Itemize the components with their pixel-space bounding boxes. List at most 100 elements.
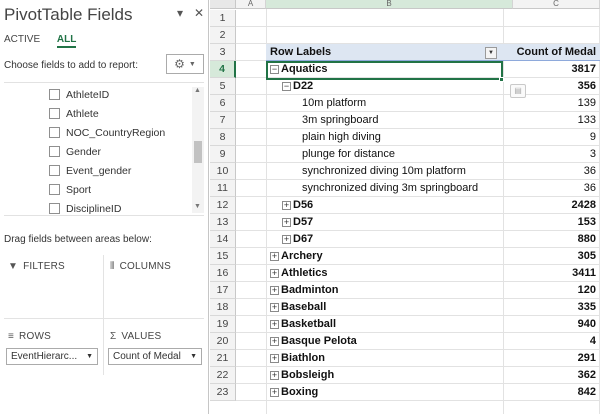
pivot-row-value: 120 (577, 284, 596, 296)
pivot-row[interactable]: plain high diving 9 (266, 129, 600, 146)
pivot-row[interactable]: + D67 880 (266, 231, 600, 248)
row-header[interactable]: 23 (210, 384, 236, 401)
row-header[interactable]: 17 (210, 282, 236, 299)
expand-icon[interactable]: + (270, 371, 279, 380)
row-header[interactable]: 19 (210, 316, 236, 333)
row-header[interactable]: 20 (210, 333, 236, 350)
field-checkbox[interactable] (49, 146, 60, 157)
select-all-corner[interactable] (210, 0, 236, 9)
field-checkbox[interactable] (49, 108, 60, 119)
tab-all[interactable]: ALL (56, 34, 77, 48)
pivot-row[interactable]: + D57 153 (266, 214, 600, 231)
expand-icon[interactable]: + (270, 286, 279, 295)
row-header[interactable]: 3 (210, 44, 236, 61)
pivot-row[interactable]: 3m springboard 133 (266, 112, 600, 129)
field-checkbox[interactable] (49, 127, 60, 138)
chevron-down-icon: ▼ (190, 353, 197, 360)
expand-icon[interactable]: + (270, 269, 279, 278)
row-header[interactable]: 8 (210, 129, 236, 146)
values-area[interactable]: Σ VALUES Count of Medal ▼ (108, 331, 204, 375)
field-item[interactable]: NOC_CountryRegion (49, 123, 165, 142)
row-header[interactable]: 1 (210, 10, 236, 27)
filters-area[interactable]: ▼ FILTERS (8, 261, 100, 313)
field-item[interactable]: Athlete (49, 104, 99, 123)
field-tabs: ACTIVE ALL (4, 34, 90, 48)
row-header[interactable]: 18 (210, 299, 236, 316)
column-header-a[interactable]: A (236, 0, 266, 9)
expand-icon[interactable]: + (270, 252, 279, 261)
row-header[interactable]: 10 (210, 163, 236, 180)
expand-icon[interactable]: + (270, 388, 279, 397)
column-header-c[interactable]: C (513, 0, 600, 9)
row-header[interactable]: 13 (210, 214, 236, 231)
row-header[interactable]: 15 (210, 248, 236, 265)
pivot-row-value: 3411 (572, 267, 596, 279)
expand-icon[interactable]: + (270, 337, 279, 346)
field-item[interactable]: DisciplineID (49, 199, 121, 215)
pivot-row[interactable]: + Archery 305 (266, 248, 600, 265)
columns-area[interactable]: ⦀ COLUMNS (110, 261, 204, 313)
row-header[interactable]: 5 (210, 78, 236, 95)
pivot-row[interactable]: + Boxing 842 (266, 384, 600, 401)
field-item[interactable]: Gender (49, 142, 101, 161)
scroll-up-icon[interactable]: ▲ (194, 87, 201, 94)
expand-icon[interactable]: + (282, 218, 291, 227)
rows-area[interactable]: ≡ ROWS EventHierarc... ▼ (6, 331, 102, 375)
row-header[interactable]: 22 (210, 367, 236, 384)
pane-title: PivotTable Fields (4, 5, 133, 24)
field-checkbox[interactable] (49, 184, 60, 195)
row-header[interactable]: 12 (210, 197, 236, 214)
pivot-row[interactable]: synchronized diving 3m springboard 36 (266, 180, 600, 197)
worksheet-grid[interactable]: A B C 1 2 3 4 5 6 7 8 9 10 11 12 13 14 15 16 17 18 19 20 21 2… (210, 0, 600, 414)
pivot-row[interactable]: + Basketball 940 (266, 316, 600, 333)
field-item[interactable]: AthleteID (49, 85, 109, 104)
pivot-row[interactable]: synchronized diving 10m platform 36 (266, 163, 600, 180)
row-header[interactable]: 14 (210, 231, 236, 248)
values-field-dropdown[interactable]: Count of Medal ▼ (108, 348, 202, 365)
field-list-scrollbar[interactable]: ▲ ▼ (192, 87, 204, 213)
field-checkbox[interactable] (49, 203, 60, 214)
pivot-row[interactable]: − D22 356 (266, 78, 600, 95)
pivot-row[interactable]: + D56 2428 (266, 197, 600, 214)
pivot-row[interactable]: + Biathlon 291 (266, 350, 600, 367)
pivot-row[interactable]: 10m platform 139 (266, 95, 600, 112)
rows-icon: ≡ (8, 331, 15, 342)
field-item[interactable]: Event_gender (49, 161, 131, 180)
expand-icon[interactable]: + (270, 354, 279, 363)
row-header[interactable]: 6 (210, 95, 236, 112)
scrollbar-thumb[interactable] (194, 141, 202, 163)
row-header[interactable]: 2 (210, 27, 236, 44)
expand-icon[interactable]: + (270, 303, 279, 312)
pivot-row-value: 4 (589, 335, 596, 347)
tab-active[interactable]: ACTIVE (4, 34, 40, 45)
pivot-row[interactable]: + Athletics 3411 (266, 265, 600, 282)
field-item[interactable]: Sport (49, 180, 91, 199)
expand-icon[interactable]: + (282, 235, 291, 244)
column-header-b[interactable]: B (266, 0, 513, 9)
fill-handle[interactable] (499, 77, 504, 82)
pivot-row[interactable]: + Basque Pelota 4 (266, 333, 600, 350)
quick-analysis-icon[interactable]: ▤ (510, 84, 526, 98)
rows-field-dropdown[interactable]: EventHierarc... ▼ (6, 348, 98, 365)
pivot-row[interactable]: + Bobsleigh 362 (266, 367, 600, 384)
row-header[interactable]: 4 (210, 61, 236, 78)
expand-icon[interactable]: + (270, 320, 279, 329)
pivot-row[interactable]: + Badminton 120 (266, 282, 600, 299)
field-checkbox[interactable] (49, 89, 60, 100)
row-header[interactable]: 7 (210, 112, 236, 129)
expand-icon[interactable]: + (282, 201, 291, 210)
pivot-row[interactable]: + Baseball 335 (266, 299, 600, 316)
row-header[interactable]: 21 (210, 350, 236, 367)
row-labels-filter-button[interactable]: ▼ (485, 47, 497, 59)
tools-button[interactable]: ⚙ ▼ (166, 54, 204, 74)
row-header[interactable]: 11 (210, 180, 236, 197)
scroll-down-icon[interactable]: ▼ (194, 203, 201, 210)
collapse-icon[interactable]: − (282, 82, 291, 91)
field-checkbox[interactable] (49, 165, 60, 176)
pivot-row-label: Baseball (281, 301, 327, 313)
row-header[interactable]: 9 (210, 146, 236, 163)
pivot-row[interactable]: plunge for distance 3 (266, 146, 600, 163)
pane-menu-icon[interactable]: ▾ (177, 6, 183, 20)
row-header[interactable]: 16 (210, 265, 236, 282)
close-icon[interactable]: ✕ (194, 6, 204, 20)
